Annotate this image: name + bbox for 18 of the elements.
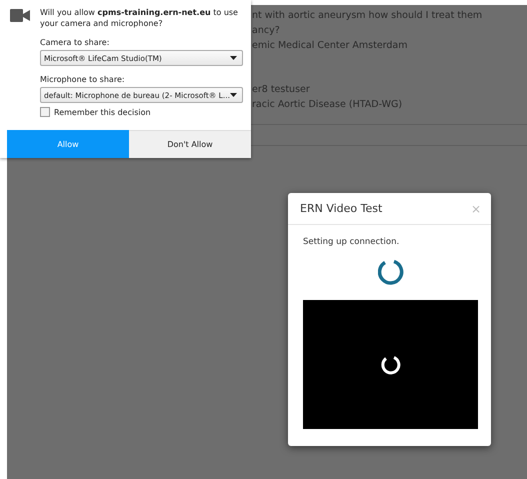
- page-text: ancy?: [252, 24, 281, 38]
- page-text: er8 testuser: [252, 83, 311, 97]
- page-text: racic Aortic Disease (HTAD-WG): [252, 98, 404, 112]
- page-text: emic Medical Center Amsterdam: [252, 39, 409, 53]
- spinner-icon: [380, 354, 400, 374]
- dropdown-caret-icon: [230, 56, 238, 60]
- camera-label: Camera to share:: [40, 38, 110, 47]
- dont-allow-button[interactable]: Don't Allow: [129, 130, 251, 158]
- dialog-title: ERN Video Test: [300, 202, 382, 215]
- dropdown-caret-icon: [230, 93, 238, 97]
- microphone-label: Microphone to share:: [40, 75, 126, 84]
- page-text: nt with aortic aneurysm how should I treat them: [252, 9, 484, 23]
- status-text: Setting up connection.: [303, 237, 400, 247]
- spinner-icon: [378, 259, 404, 285]
- remember-label: Remember this decision: [54, 108, 151, 116]
- remember-checkbox[interactable]: [40, 107, 50, 117]
- permission-message: Will you allow cpms-training.ern-net.eu to use your camera and microphone?: [40, 7, 239, 29]
- camera-icon: [10, 9, 30, 22]
